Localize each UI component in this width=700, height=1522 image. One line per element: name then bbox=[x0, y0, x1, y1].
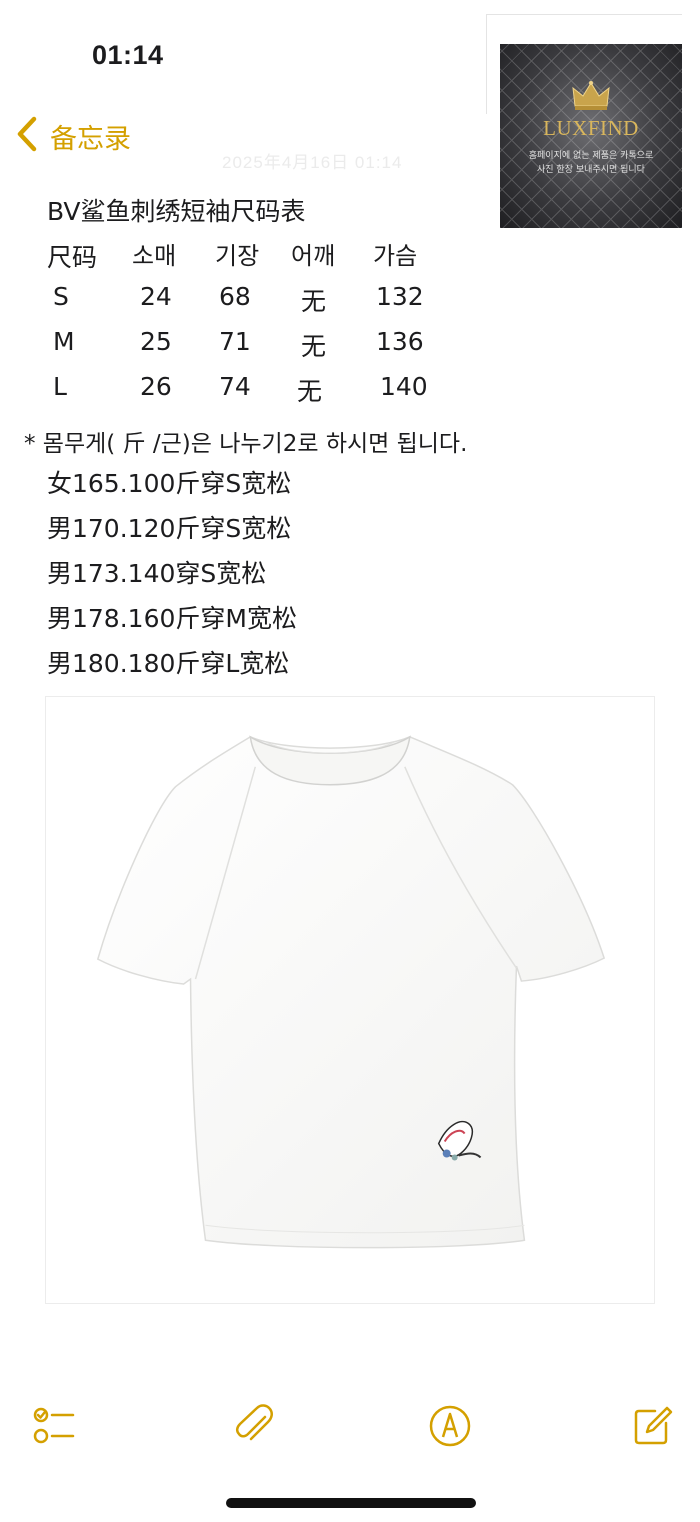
recommendation-line: 女165.100斤穿S宽松 bbox=[47, 469, 292, 498]
table-cell-length: 71 bbox=[219, 327, 251, 356]
table-cell-length: 68 bbox=[219, 282, 251, 311]
watermark-line-1: 홈페이지에 없는 제품은 카톡으로 bbox=[528, 151, 654, 161]
table-cell-size: S bbox=[53, 282, 69, 311]
back-label: 备忘录 bbox=[50, 123, 131, 155]
table-cell-size: L bbox=[53, 372, 67, 401]
note-title: BV鲨鱼刺绣短袖尺码表 bbox=[47, 197, 306, 226]
table-cell-chest: 140 bbox=[380, 372, 428, 401]
table-cell-shoulder: 无 bbox=[301, 287, 327, 316]
table-cell-size: M bbox=[53, 327, 75, 356]
home-indicator[interactable] bbox=[226, 1498, 476, 1508]
table-header-length: 기장 bbox=[215, 242, 260, 270]
compose-icon bbox=[634, 1406, 673, 1445]
table-cell-sleeve: 26 bbox=[140, 372, 172, 401]
note-date: 2025年4月16日 01:14 bbox=[222, 153, 403, 172]
attach-button[interactable] bbox=[230, 1402, 278, 1450]
recommendation-line: 男178.160斤穿M宽松 bbox=[47, 604, 297, 633]
product-photo[interactable] bbox=[45, 696, 655, 1304]
table-cell-chest: 136 bbox=[376, 327, 424, 356]
crown-icon bbox=[572, 81, 610, 110]
checklist-icon bbox=[33, 1407, 75, 1444]
chevron-left-icon bbox=[14, 115, 40, 157]
markup-button[interactable] bbox=[426, 1402, 474, 1450]
table-header-sleeve: 소매 bbox=[132, 242, 177, 270]
table-cell-length: 74 bbox=[219, 372, 251, 401]
table-cell-chest: 132 bbox=[376, 282, 424, 311]
back-button[interactable]: 备忘录 bbox=[14, 116, 131, 156]
weight-note: * 몸무게( 斤 /근)은 나누기2로 하시면 됩니다. bbox=[24, 431, 468, 457]
table-cell-shoulder: 无 bbox=[297, 377, 323, 406]
table-cell-sleeve: 24 bbox=[140, 282, 172, 311]
table-header-chest: 가슴 bbox=[373, 242, 418, 270]
luxfind-watermark: LUXFIND 홈페이지에 없는 제품은 카톡으로 사진 한장 보내주시면 됩니… bbox=[500, 44, 682, 228]
watermark-name: LUXFIND bbox=[543, 116, 639, 140]
markup-pen-icon bbox=[429, 1405, 471, 1447]
recommendation-line: 男180.180斤穿L宽松 bbox=[47, 649, 290, 678]
paperclip-icon bbox=[235, 1404, 273, 1441]
compose-button[interactable] bbox=[628, 1402, 676, 1450]
watermark-line-2: 사진 한장 보내주시면 됩니다 bbox=[537, 165, 645, 175]
table-header-size: 尺码 bbox=[47, 243, 98, 272]
status-time: 01:14 bbox=[92, 40, 164, 70]
table-header-shoulder: 어깨 bbox=[291, 242, 336, 270]
table-cell-shoulder: 无 bbox=[301, 332, 327, 361]
recommendation-line: 男173.140穿S宽松 bbox=[47, 559, 267, 588]
recommendation-line: 男170.120斤穿S宽松 bbox=[47, 514, 292, 543]
table-cell-sleeve: 25 bbox=[140, 327, 172, 356]
checklist-button[interactable] bbox=[30, 1402, 78, 1450]
